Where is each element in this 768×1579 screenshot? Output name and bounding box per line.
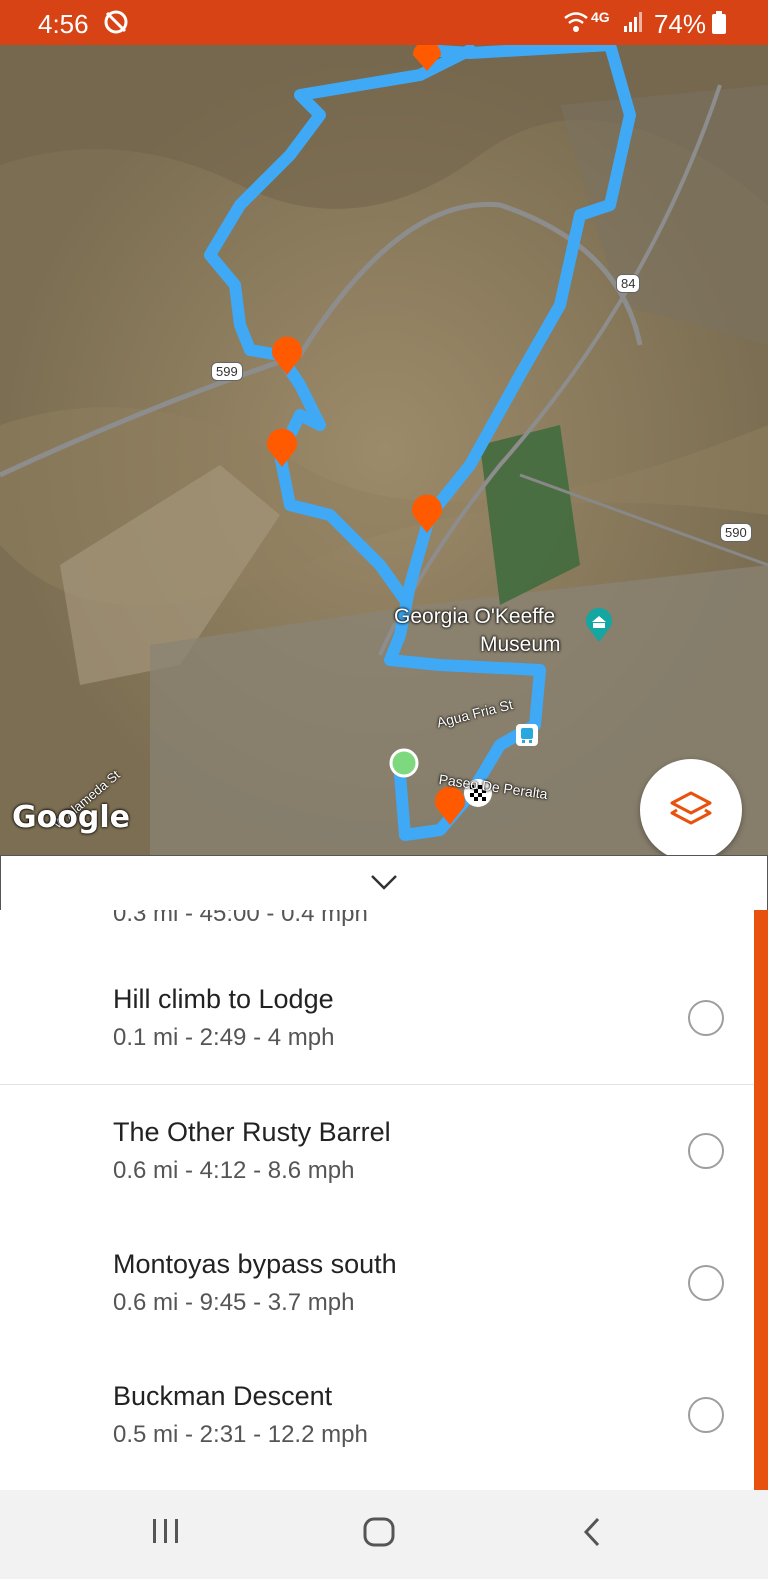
list-accent-bar [754, 910, 768, 1490]
segment-name: Montoyas bypass south [113, 1249, 397, 1279]
segment-marker-icon[interactable] [270, 333, 304, 375]
status-time: 4:56 [38, 9, 89, 39]
segment-marker-icon[interactable] [410, 45, 444, 71]
system-navigation-bar [0, 1490, 768, 1579]
satellite-map-image [0, 45, 768, 855]
location-off-icon [103, 8, 129, 41]
transit-station-icon[interactable] [515, 723, 539, 747]
battery-icon [711, 11, 727, 40]
museum-place-icon[interactable] [584, 608, 614, 642]
network-type: 4G [591, 9, 610, 25]
chevron-down-icon [371, 875, 397, 890]
segment-name: Hill climb to Lodge [113, 984, 334, 1014]
segment-marker-icon[interactable] [265, 425, 299, 467]
map-layers-button[interactable] [640, 759, 742, 855]
segment-row[interactable]: The Other Rusty Barrel 0.6 mi - 4:12 - 8… [0, 1085, 754, 1219]
collapse-panel-button[interactable] [0, 855, 768, 911]
segment-stats: 0.5 mi - 2:31 - 12.2 mph [113, 1421, 368, 1448]
status-bar: 4:56 4G 74% [0, 0, 768, 45]
recent-apps-icon[interactable] [150, 1516, 182, 1551]
segment-row[interactable]: Buckman Descent 0.5 mi - 2:31 - 12.2 mph [0, 1349, 754, 1481]
segment-row[interactable]: 0.3 mi - 45:00 - 0.4 mph [0, 910, 754, 954]
museum-label-line2: Museum [480, 633, 561, 656]
segment-row[interactable]: Montoyas bypass south 0.6 mi - 9:45 - 3.… [0, 1217, 754, 1351]
segment-row[interactable]: Hill climb to Lodge 0.1 mi - 2:49 - 4 mp… [0, 952, 754, 1086]
segment-select-radio[interactable] [688, 1265, 724, 1301]
segment-name: The Other Rusty Barrel [113, 1117, 391, 1147]
map-view[interactable]: Georgia O'Keeffe Museum Agua Fria St Pas… [0, 45, 768, 855]
google-logo: Google [12, 800, 130, 835]
segment-select-radio[interactable] [688, 1000, 724, 1036]
signal-icon [622, 8, 646, 39]
wifi-icon [563, 8, 589, 41]
segment-list[interactable]: 0.3 mi - 45:00 - 0.4 mph Hill climb to L… [0, 910, 768, 1490]
segment-name: Buckman Descent [113, 1381, 333, 1411]
segment-select-radio[interactable] [688, 1133, 724, 1169]
segment-stats: 0.3 mi - 45:00 - 0.4 mph [113, 910, 368, 927]
segment-select-radio[interactable] [688, 1397, 724, 1433]
route-84-shield: 84 [616, 274, 641, 293]
segment-stats: 0.6 mi - 4:12 - 8.6 mph [113, 1157, 355, 1184]
back-icon[interactable] [580, 1516, 604, 1553]
battery-percentage: 74% [653, 9, 706, 39]
home-icon[interactable] [362, 1516, 396, 1553]
segment-stats: 0.1 mi - 2:49 - 4 mph [113, 1024, 335, 1051]
layers-icon [670, 791, 712, 825]
segment-marker-icon[interactable] [410, 491, 444, 533]
route-599-shield: 599 [211, 362, 243, 381]
museum-label: Georgia O'Keeffe [394, 605, 556, 628]
route-590-shield: 590 [720, 523, 752, 542]
segment-stats: 0.6 mi - 9:45 - 3.7 mph [113, 1289, 355, 1316]
start-point-icon [389, 748, 419, 778]
